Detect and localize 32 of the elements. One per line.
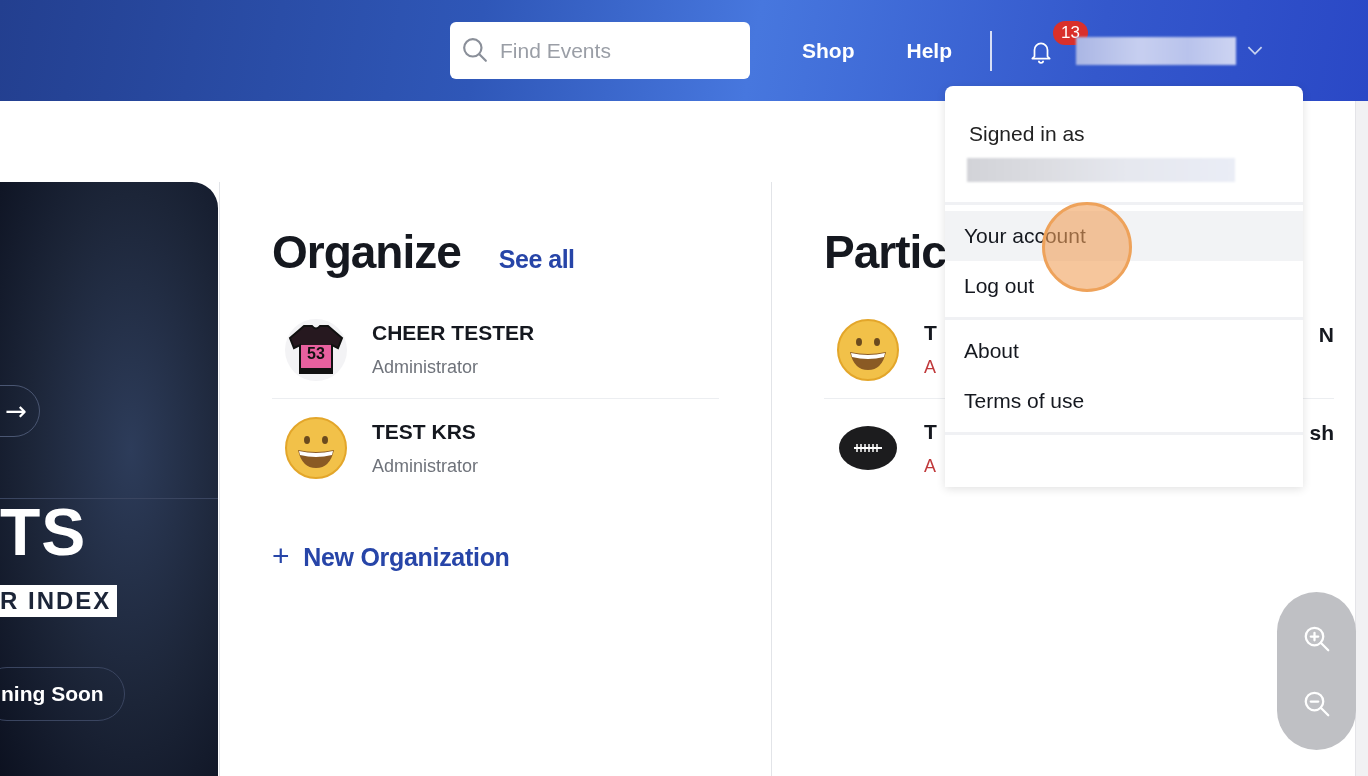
event-name: T [924, 321, 937, 345]
organization-item[interactable]: 53 CHEER TESTER Administrator [272, 301, 719, 399]
organization-name: CHEER TESTER [372, 321, 535, 345]
role-label: Administrator [372, 357, 480, 378]
signed-in-label: Signed in as [969, 122, 1085, 145]
menu-item[interactable]: Your account [945, 211, 1303, 261]
event-name: T [924, 419, 937, 444]
menu-item[interactable]: Terms of use [945, 376, 1303, 426]
role-label: A [924, 357, 937, 378]
organization-item[interactable]: TEST KRS Administrator [272, 399, 719, 497]
section-title: Partic [824, 225, 946, 279]
role-label: A [924, 455, 937, 477]
nav-link[interactable]: Help [906, 38, 952, 63]
section-title: Organize [272, 225, 461, 279]
chevron-down-icon[interactable] [1246, 45, 1264, 56]
notification-badge: 13 [1053, 20, 1088, 45]
menu-item[interactable]: Log out [945, 261, 1303, 311]
promo-title: TS [0, 499, 87, 565]
see-all-link[interactable]: See all [498, 245, 575, 274]
scrollbar[interactable] [1355, 101, 1368, 776]
jersey-number: 53 [307, 344, 325, 362]
smiley-icon [284, 416, 348, 480]
role-label: Administrator [372, 455, 479, 477]
event-name: sh [1309, 421, 1334, 445]
organization-name: TEST KRS [372, 419, 477, 444]
menu-item[interactable]: About [945, 326, 1303, 376]
event-name: N [1318, 323, 1334, 347]
promo-tag: R INDEX [0, 585, 118, 617]
search-field[interactable]: Find Events [450, 22, 750, 79]
nav-link[interactable]: Shop [802, 38, 855, 63]
new-organization-link[interactable]: + New Organization [272, 539, 510, 573]
smiley-icon [836, 317, 900, 382]
